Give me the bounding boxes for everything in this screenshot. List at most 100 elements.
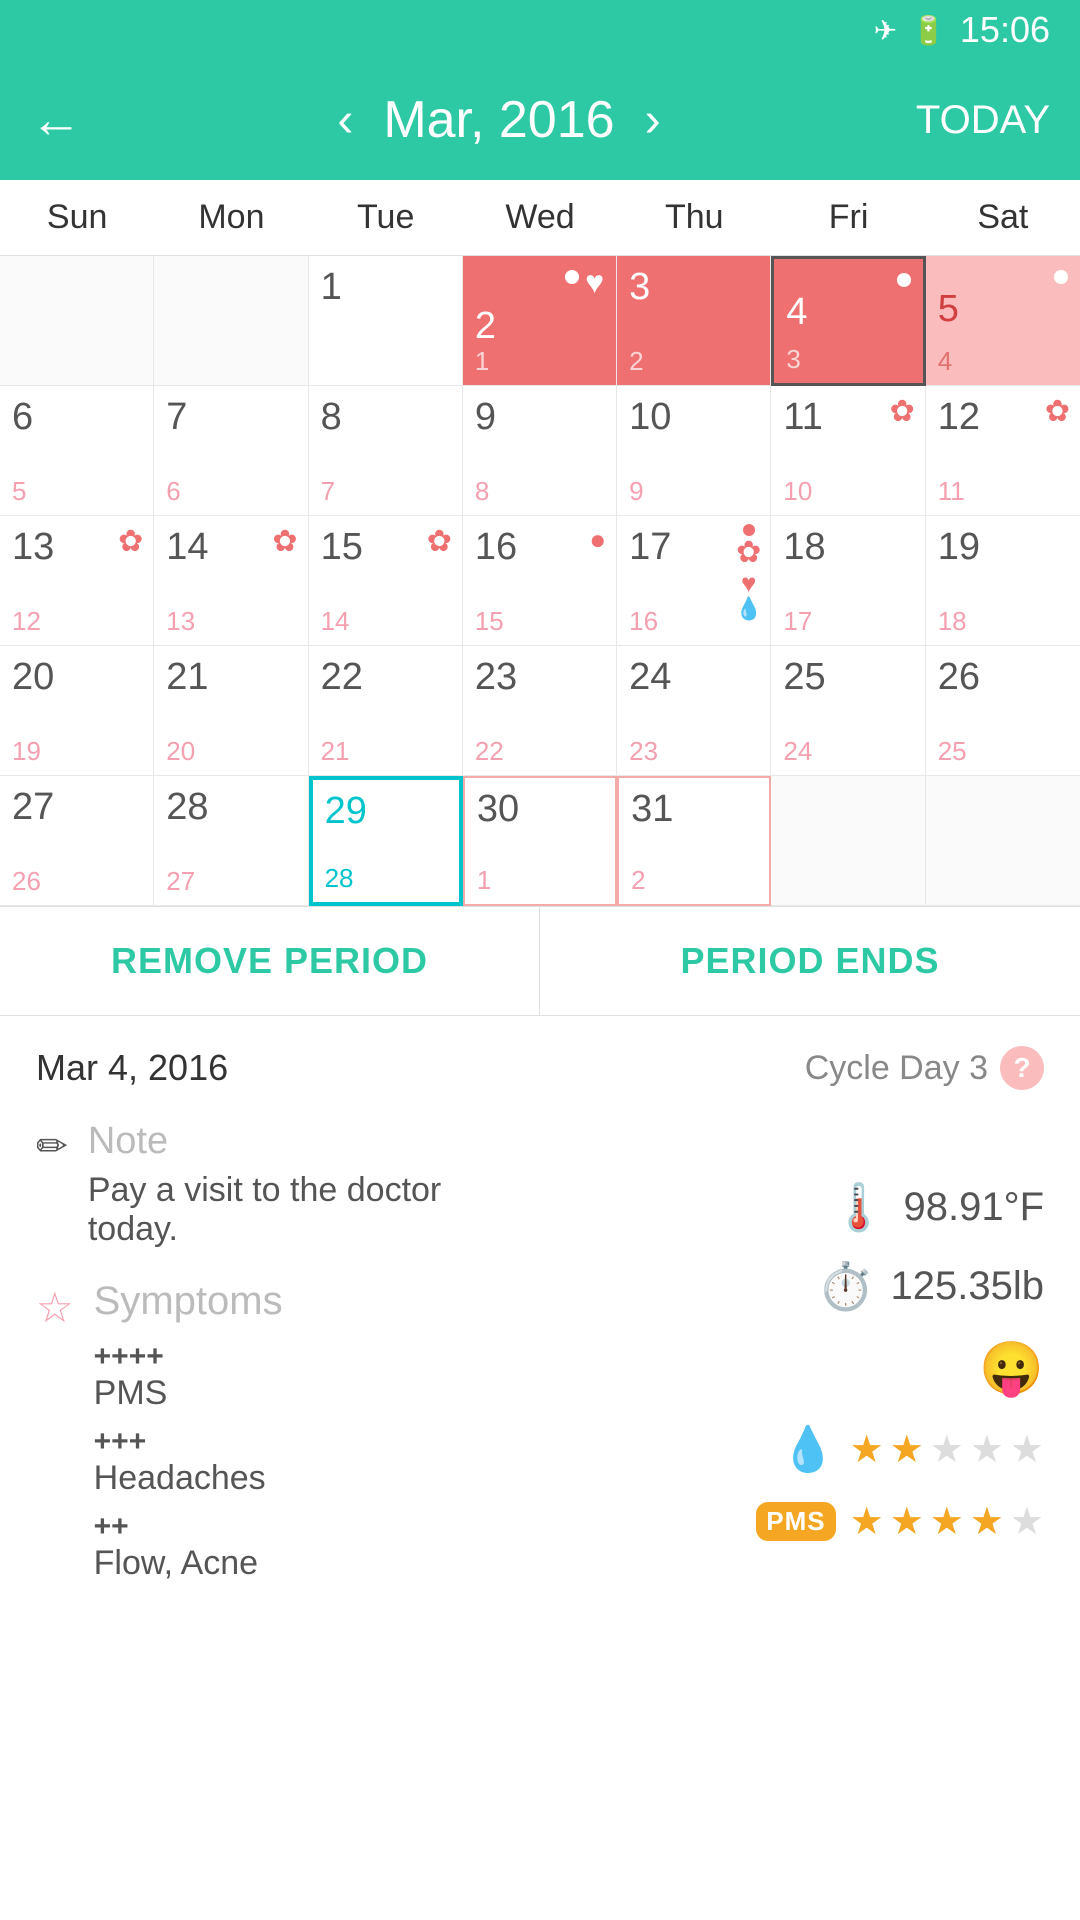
cal-empty-1	[0, 256, 154, 386]
drop-icon-16: ●	[589, 524, 606, 556]
cal-day-29[interactable]: 29 28	[309, 776, 463, 906]
flower-icon-14: ✿	[272, 524, 297, 559]
detail-panel: Mar 4, 2016 Cycle Day 3 ? ✏ Note Pay a v…	[0, 1016, 1080, 1625]
day-sat: Sat	[926, 180, 1080, 255]
cal-day-24[interactable]: 24 23	[617, 646, 771, 776]
cal-day-25[interactable]: 25 24	[771, 646, 925, 776]
cal-day-28[interactable]: 28 27	[154, 776, 308, 906]
detail-date: Mar 4, 2016	[36, 1047, 228, 1089]
days-of-week-header: Sun Mon Tue Wed Thu Fri Sat	[0, 180, 1080, 256]
symptom-plus-3: ++	[94, 1510, 540, 1544]
month-navigation: ‹ Mar, 2016 ›	[337, 90, 660, 150]
pms-badge-rating: PMS ★ ★ ★ ★ ★	[756, 1499, 1044, 1544]
cal-day-1[interactable]: 1	[309, 256, 463, 386]
symptoms-section: ☆ Symptoms ++++ PMS +++ Headaches ++ Flo…	[36, 1279, 540, 1595]
flower-icon-12: ✿	[1045, 394, 1070, 429]
status-icons: ✈ 🔋 15:06	[874, 9, 1050, 51]
period-ends-button[interactable]: PERIOD ENDS	[540, 907, 1080, 1015]
cal-day-9[interactable]: 9 8	[463, 386, 617, 516]
cal-day-15[interactable]: ✿ 15 14	[309, 516, 463, 646]
today-button[interactable]: TODAY	[916, 98, 1050, 143]
symptom-name-flow-acne: Flow, Acne	[94, 1544, 540, 1583]
weight-metric: ⏱️ 125.35lb	[817, 1259, 1044, 1314]
battery-icon: 🔋	[911, 14, 946, 47]
remove-period-button[interactable]: REMOVE PERIOD	[0, 907, 540, 1015]
cycle-day-label: Cycle Day 3	[805, 1049, 988, 1088]
thermometer-icon: 🌡️	[830, 1180, 887, 1235]
cal-day-8[interactable]: 8 7	[309, 386, 463, 516]
detail-columns: ✏ Note Pay a visit to the doctor today. …	[36, 1120, 1044, 1595]
mood-metric: 😛	[979, 1338, 1044, 1399]
cal-day-30[interactable]: 30 1	[463, 776, 617, 906]
cal-day-12[interactable]: ✿ 12 11	[926, 386, 1080, 516]
symptom-pms: ++++ PMS	[94, 1340, 540, 1413]
detail-right: 🌡️ 98.91°F ⏱️ 125.35lb 😛 💧 ★ ★ ★ ★	[540, 1120, 1044, 1595]
cal-day-5[interactable]: 5 4	[926, 256, 1080, 386]
temperature-metric: 🌡️ 98.91°F	[830, 1180, 1044, 1235]
symptoms-list: Symptoms ++++ PMS +++ Headaches ++ Flow,…	[94, 1279, 540, 1595]
flower-icon-11: ✿	[890, 394, 915, 429]
note-label: Note	[88, 1120, 540, 1163]
day-wed: Wed	[463, 180, 617, 255]
prev-month-button[interactable]: ‹	[337, 93, 353, 148]
pms-stars: ★ ★ ★ ★ ★	[850, 1427, 1044, 1472]
cal-day-14[interactable]: ✿ 14 13	[154, 516, 308, 646]
symptoms-star-icon: ☆	[36, 1283, 74, 1332]
flower-icon-15: ✿	[427, 524, 452, 559]
cal-day-17[interactable]: ✿ ♥ 💧 17 16	[617, 516, 771, 646]
cal-empty-4	[926, 776, 1080, 906]
status-time: 15:06	[960, 9, 1050, 51]
detail-left: ✏ Note Pay a visit to the doctor today. …	[36, 1120, 540, 1595]
cycle-help-button[interactable]: ?	[1000, 1046, 1044, 1090]
action-buttons: REMOVE PERIOD PERIOD ENDS	[0, 906, 1080, 1016]
drop-info-icon: 💧	[781, 1423, 836, 1475]
cal-day-11[interactable]: ✿ 11 10	[771, 386, 925, 516]
symptom-headaches: +++ Headaches	[94, 1425, 540, 1498]
cal-day-2[interactable]: ♥ 2 1	[463, 256, 617, 386]
cal-day-6[interactable]: 6 5	[0, 386, 154, 516]
cal-day-19[interactable]: 19 18	[926, 516, 1080, 646]
cal-empty-3	[771, 776, 925, 906]
day-tue: Tue	[309, 180, 463, 255]
cal-day-23[interactable]: 23 22	[463, 646, 617, 776]
scale-icon: ⏱️	[817, 1259, 874, 1314]
cal-day-13[interactable]: ✿ 13 12	[0, 516, 154, 646]
symptom-name-pms: PMS	[94, 1374, 540, 1413]
day-sun: Sun	[0, 180, 154, 255]
note-text: Pay a visit to the doctor today.	[88, 1171, 540, 1249]
mood-emoji: 😛	[979, 1338, 1044, 1399]
cal-day-20[interactable]: 20 19	[0, 646, 154, 776]
symptom-name-headaches: Headaches	[94, 1459, 540, 1498]
month-year-title: Mar, 2016	[383, 90, 614, 150]
pencil-icon: ✏	[36, 1124, 68, 1169]
detail-header: Mar 4, 2016 Cycle Day 3 ?	[36, 1046, 1044, 1090]
pms-badge: PMS	[756, 1502, 835, 1541]
back-button[interactable]: ←	[30, 90, 82, 150]
cal-day-22[interactable]: 22 21	[309, 646, 463, 776]
next-month-button[interactable]: ›	[645, 93, 661, 148]
status-bar: ✈ 🔋 15:06	[0, 0, 1080, 60]
symptom-plus-1: ++++	[94, 1340, 540, 1374]
cal-day-4[interactable]: 4 3	[771, 256, 925, 386]
cal-day-18[interactable]: 18 17	[771, 516, 925, 646]
day-fri: Fri	[771, 180, 925, 255]
cal-day-21[interactable]: 21 20	[154, 646, 308, 776]
flower-icon-13: ✿	[118, 524, 143, 559]
cal-day-7[interactable]: 7 6	[154, 386, 308, 516]
cal-day-27[interactable]: 27 26	[0, 776, 154, 906]
symptom-plus-2: +++	[94, 1425, 540, 1459]
calendar-header: ← ‹ Mar, 2016 › TODAY	[0, 60, 1080, 180]
day-thu: Thu	[617, 180, 771, 255]
cal-day-26[interactable]: 26 25	[926, 646, 1080, 776]
cal-day-3[interactable]: 3 2	[617, 256, 771, 386]
cal-day-31[interactable]: 31 2	[617, 776, 771, 906]
cal-day-16[interactable]: ● 16 15	[463, 516, 617, 646]
airplane-icon: ✈	[874, 14, 897, 47]
note-section: ✏ Note Pay a visit to the doctor today.	[36, 1120, 540, 1249]
cal-day-10[interactable]: 10 9	[617, 386, 771, 516]
pms-rating: 💧 ★ ★ ★ ★ ★	[781, 1423, 1044, 1475]
note-content: Note Pay a visit to the doctor today.	[88, 1120, 540, 1249]
symptom-flow-acne: ++ Flow, Acne	[94, 1510, 540, 1583]
detail-cycle: Cycle Day 3 ?	[805, 1046, 1044, 1090]
calendar-grid: 1 ♥ 2 1 3 2 4 3 5 4 6 5 7 6 8 7	[0, 256, 1080, 906]
